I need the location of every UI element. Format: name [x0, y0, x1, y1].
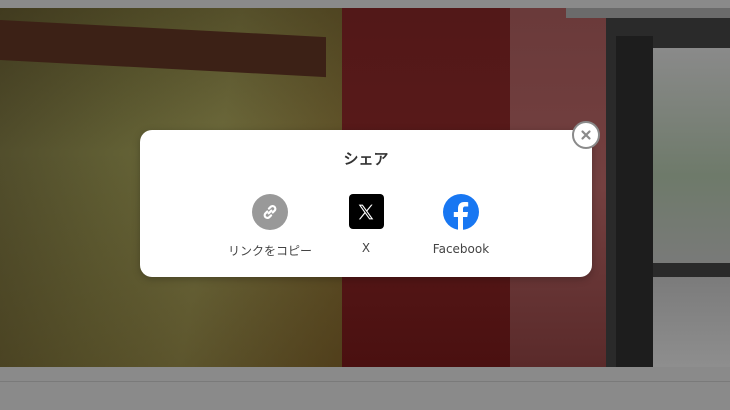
bottom-divider	[0, 381, 730, 382]
share-x-button[interactable]: X	[316, 194, 416, 255]
facebook-icon	[443, 194, 479, 230]
copy-link-label: リンクをコピー	[227, 244, 312, 258]
share-dialog: シェア リンクをコピー X Facebook	[140, 130, 592, 277]
link-icon	[252, 194, 288, 230]
share-facebook-button[interactable]: Facebook	[411, 194, 511, 256]
window-bar	[653, 263, 730, 277]
bottom-bar	[0, 367, 730, 410]
x-logo-icon	[348, 194, 384, 229]
top-bar	[0, 0, 730, 8]
close-icon	[581, 130, 591, 140]
curtain-rod	[566, 8, 730, 18]
share-x-label: X	[361, 241, 371, 255]
share-dialog-title: シェア	[343, 150, 389, 168]
window-glass	[653, 48, 730, 367]
window-frame-inner	[616, 36, 653, 367]
share-facebook-label: Facebook	[432, 242, 490, 256]
copy-link-button[interactable]: リンクをコピー	[220, 194, 320, 259]
close-button[interactable]	[572, 121, 600, 149]
